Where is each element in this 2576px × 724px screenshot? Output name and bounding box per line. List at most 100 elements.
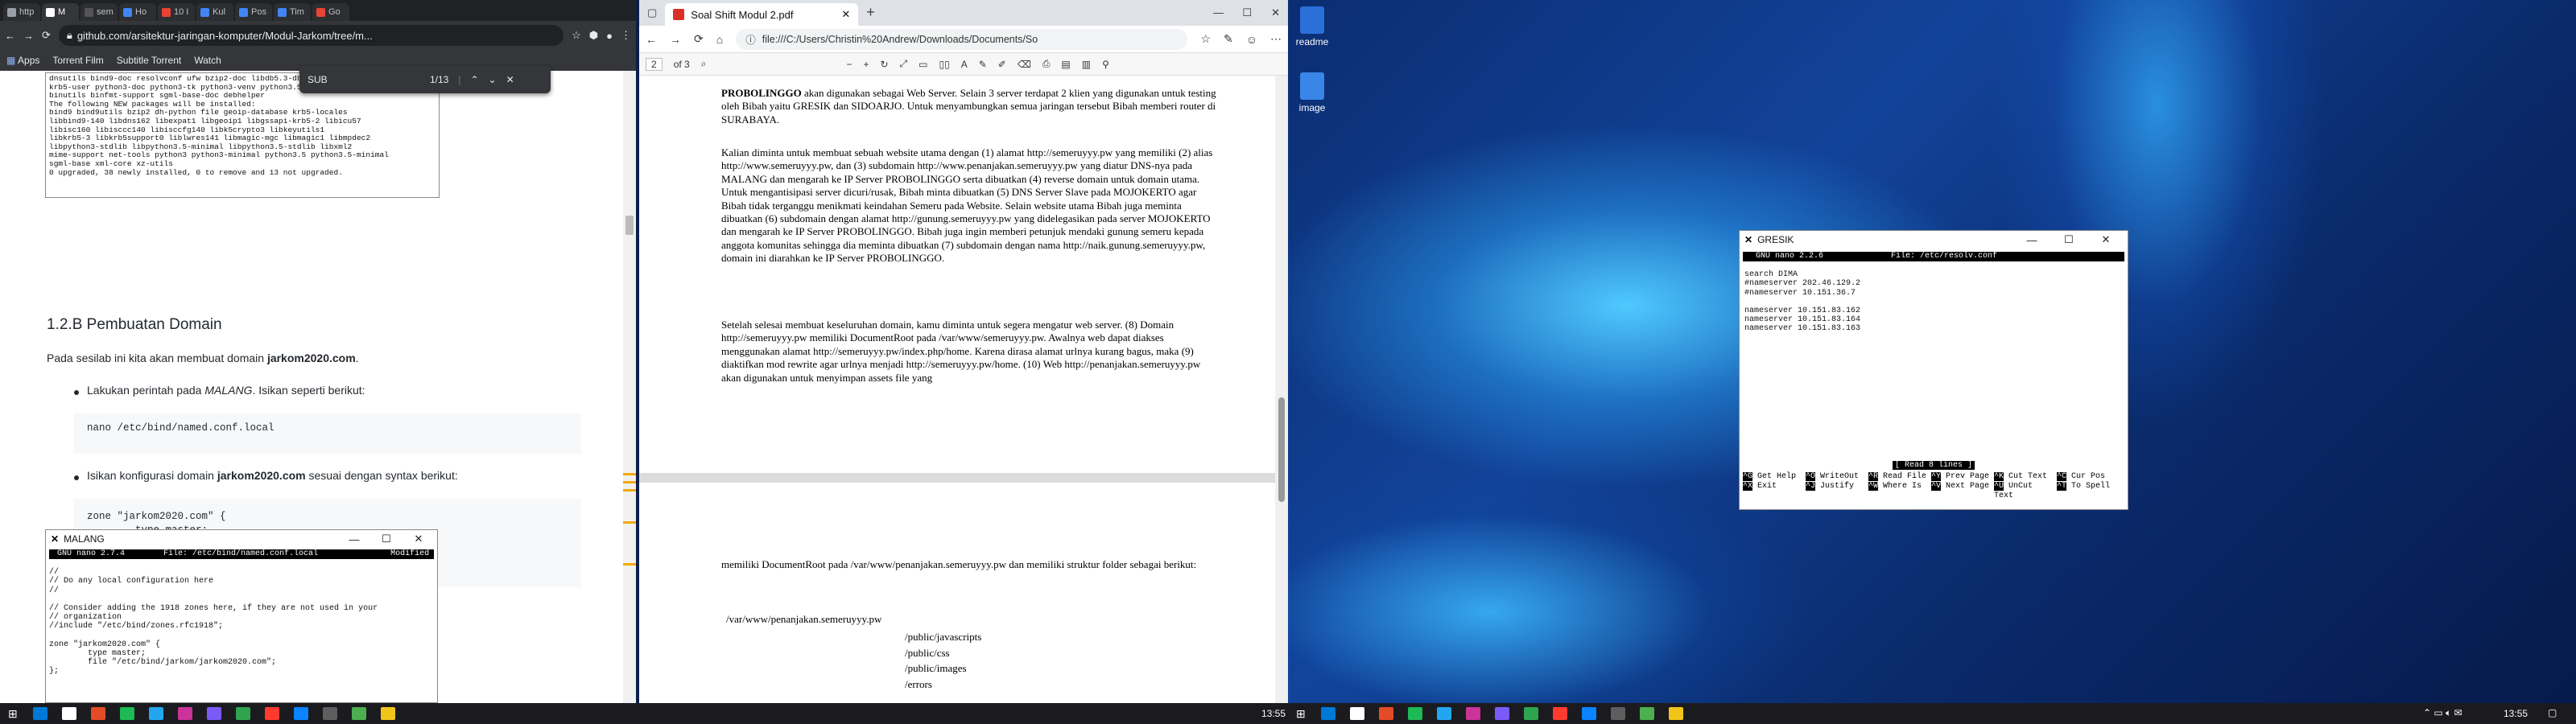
taskbar-app-icon[interactable] xyxy=(1465,707,1480,720)
minimize-button[interactable]: — xyxy=(2018,231,2046,249)
bookmark-torrent-film[interactable]: Torrent Film xyxy=(52,55,103,66)
back-icon[interactable]: ← xyxy=(646,33,657,46)
taskbar-app-icon[interactable] xyxy=(177,707,192,720)
extension-icon[interactable]: ⬢ xyxy=(589,29,598,42)
pdf-scrollbar[interactable] xyxy=(1275,76,1288,703)
browser-tab[interactable]: Kul xyxy=(196,3,233,21)
find-close-icon[interactable]: ✕ xyxy=(506,74,514,85)
taskbar-app-icon[interactable] xyxy=(148,707,163,720)
profile-icon[interactable]: ● xyxy=(606,30,613,42)
taskbar-app-icon[interactable] xyxy=(1494,707,1509,720)
collections-icon[interactable]: ✎ xyxy=(1224,32,1233,46)
taskbar-app-icon[interactable] xyxy=(235,707,250,720)
star-icon[interactable]: ☆ xyxy=(572,29,581,42)
nano-editor-content[interactable]: // // Do any local configuration here //… xyxy=(46,559,437,677)
browser-tab[interactable]: Tim xyxy=(274,3,311,21)
nano-editor-content[interactable]: search DIMA #nameserver 202.46.129.2 #na… xyxy=(1740,261,2128,461)
new-tab-icon[interactable]: + xyxy=(866,4,875,21)
fit-icon[interactable]: ⤢ xyxy=(900,58,908,70)
page-scrollbar[interactable] xyxy=(623,71,636,703)
browser-tab[interactable]: M xyxy=(42,3,79,21)
home-icon[interactable]: ⌂ xyxy=(716,33,723,46)
menu-icon[interactable]: ⋯ xyxy=(1270,32,1282,46)
taskbar-app-icon[interactable] xyxy=(32,707,47,720)
erase-icon[interactable]: ⌫ xyxy=(1018,59,1031,70)
save-as-icon[interactable]: ▥ xyxy=(1082,59,1091,70)
browser-tab[interactable]: http xyxy=(3,3,40,21)
minimize-button[interactable]: — xyxy=(1213,6,1224,19)
highlight-icon[interactable]: ✐ xyxy=(998,59,1006,70)
taskbar-app-icon[interactable] xyxy=(1407,707,1422,720)
tab-pdf[interactable]: Soal Shift Modul 2.pdf ✕ xyxy=(665,3,859,26)
address-bar[interactable]: 🔒︎ github.com/arsitektur-jaringan-komput… xyxy=(58,25,564,46)
taskbar-app-icon[interactable] xyxy=(1436,707,1451,720)
menu-icon[interactable]: ⋮ xyxy=(621,29,631,42)
two-page-icon[interactable]: ▯▯ xyxy=(939,59,949,70)
pin-icon[interactable]: ⚲ xyxy=(1102,59,1109,70)
close-button[interactable]: ✕ xyxy=(2092,231,2120,249)
maximize-button[interactable]: ☐ xyxy=(373,530,400,548)
search-icon[interactable]: ⌕ xyxy=(701,58,707,70)
find-input[interactable]: SUB xyxy=(308,74,420,85)
close-button[interactable]: ✕ xyxy=(405,530,432,548)
taskbar-app-icon[interactable] xyxy=(1349,707,1364,720)
taskbar-app-icon[interactable] xyxy=(90,707,105,720)
taskbar-app-icon[interactable] xyxy=(119,707,134,720)
browser-tab[interactable]: Go xyxy=(312,3,349,21)
scrollbar-thumb[interactable] xyxy=(625,216,634,235)
taskbar-app-icon[interactable] xyxy=(293,707,308,720)
windows-start-icon[interactable]: ⊞ xyxy=(8,707,18,721)
tray-icons[interactable]: ⌃ ▭ 🔈︎ ✉ xyxy=(2423,707,2462,719)
back-icon[interactable]: ← xyxy=(5,30,15,42)
forward-icon[interactable]: → xyxy=(670,33,681,46)
notification-icon[interactable]: ▢ xyxy=(2548,707,2557,718)
gresik-terminal-window[interactable]: ✕ GRESIK — ☐ ✕ GNU nano 2.2.6 File: /etc… xyxy=(1739,230,2128,510)
browser-tab[interactable]: Pos xyxy=(235,3,272,21)
desktop-icon-readme[interactable]: readme xyxy=(1288,6,1336,47)
browser-tab[interactable]: Ho xyxy=(119,3,156,21)
profile-icon[interactable]: ☺ xyxy=(1246,33,1257,46)
clock[interactable]: 13:55 xyxy=(2504,708,2528,719)
browser-tab[interactable]: sem xyxy=(80,3,118,21)
draw-icon[interactable]: ✎ xyxy=(979,59,987,70)
taskbar-app-icon[interactable] xyxy=(1552,707,1567,720)
read-aloud-icon[interactable]: A xyxy=(961,59,968,70)
bookmark-subtitle-torrent[interactable]: Subtitle Torrent xyxy=(117,55,182,66)
page-view-icon[interactable]: ▭ xyxy=(919,59,927,70)
close-button[interactable]: ✕ xyxy=(1271,6,1280,19)
pdf-viewport[interactable]: PROBOLINGGO akan digunakan sebagai Web S… xyxy=(639,76,1275,703)
taskbar-app-icon[interactable] xyxy=(1639,707,1654,720)
taskbar-app-icon[interactable] xyxy=(380,707,395,720)
find-previous-icon[interactable]: ⌃ xyxy=(470,74,478,85)
taskbar-app-icon[interactable] xyxy=(1378,707,1393,720)
taskbar-app-icon[interactable] xyxy=(264,707,279,720)
page-number-input[interactable]: 2 xyxy=(646,57,663,71)
maximize-button[interactable]: ☐ xyxy=(2055,231,2083,249)
taskbar-app-icon[interactable] xyxy=(1523,707,1538,720)
malang-terminal-window[interactable]: ✕ MALANG — ☐ ✕ GNU nano 2.7.4 File: /etc… xyxy=(45,529,438,703)
clock[interactable]: 13:55 xyxy=(1261,708,1286,719)
desktop-icon-image[interactable]: image xyxy=(1288,72,1336,113)
bookmark-apps[interactable]: ▦ Apps xyxy=(6,55,39,66)
scrollbar-thumb[interactable] xyxy=(1278,397,1285,502)
windows-start-icon[interactable]: ⊞ xyxy=(1296,707,1306,721)
window-titlebar[interactable]: ✕ MALANG — ☐ ✕ xyxy=(46,530,437,548)
reload-icon[interactable]: ⟳ xyxy=(42,29,51,42)
taskbar-app-icon[interactable] xyxy=(322,707,337,720)
window-titlebar[interactable]: ✕ GRESIK — ☐ ✕ xyxy=(1740,231,2128,249)
zoom-out-icon[interactable]: − xyxy=(846,59,852,70)
address-bar[interactable]: ⓘ file:///C:/Users/Christin%20Andrew/Dow… xyxy=(736,28,1188,50)
taskbar-app-icon[interactable] xyxy=(1320,707,1335,720)
maximize-button[interactable]: ☐ xyxy=(1242,6,1252,19)
favorite-icon[interactable]: ☆ xyxy=(1200,32,1211,46)
taskbar-app-icon[interactable] xyxy=(1668,707,1683,720)
taskbar-app-icon[interactable] xyxy=(1610,707,1625,720)
forward-icon[interactable]: → xyxy=(23,30,34,42)
minimize-button[interactable]: — xyxy=(341,530,368,548)
reload-icon[interactable]: ⟳ xyxy=(694,32,704,46)
browser-tab[interactable]: 10 I xyxy=(158,3,195,21)
taskbar-app-icon[interactable] xyxy=(1581,707,1596,720)
print-icon[interactable]: ⎙ xyxy=(1042,58,1051,70)
tab-actions-icon[interactable]: ▢ xyxy=(647,6,657,19)
close-tab-icon[interactable]: ✕ xyxy=(841,8,850,21)
